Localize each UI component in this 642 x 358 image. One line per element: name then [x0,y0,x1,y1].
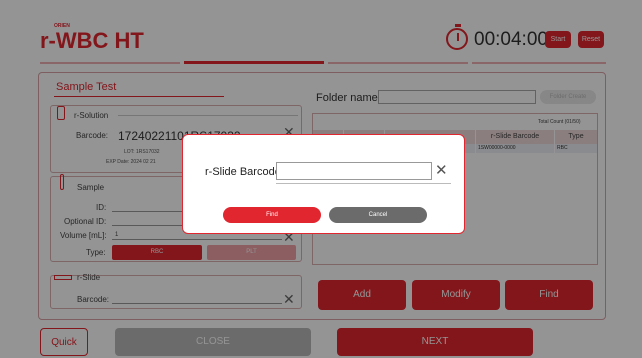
dialog-find-button[interactable]: Find [223,207,321,223]
dialog-cancel-button[interactable]: Cancel [329,207,427,223]
dialog-barcode-input[interactable] [276,162,432,180]
dialog-barcode-label: r-Slide Barcode [205,166,281,178]
clear-input-icon[interactable]: ✕ [435,161,448,179]
dialog-divider [276,183,451,184]
barcode-dialog: r-Slide Barcode ✕ Find Cancel [182,134,465,234]
